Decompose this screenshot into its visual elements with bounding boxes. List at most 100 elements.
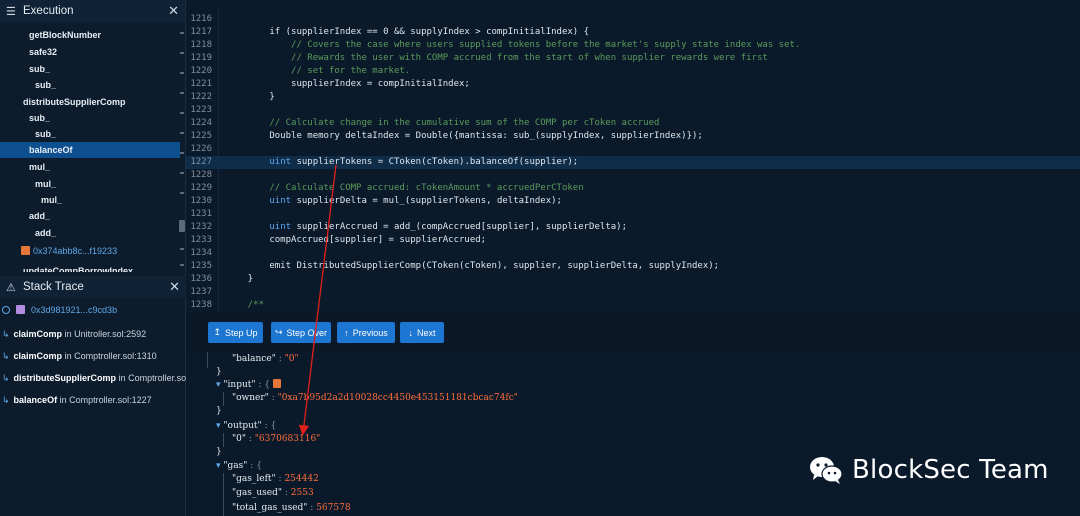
arrow-up-icon: ↥ xyxy=(213,327,221,337)
code-line[interactable]: 1221 supplierIndex = compInitialIndex; xyxy=(186,78,1080,91)
code-editor[interactable]: 1216 1217 if (supplierIndex == 0 && suppl… xyxy=(186,10,1080,312)
tree-item[interactable]: distributeSupplierComp xyxy=(0,94,180,110)
code-line[interactable]: 1236 } xyxy=(186,273,1080,286)
tree-item[interactable]: add_ xyxy=(0,208,180,224)
contract-icon xyxy=(21,246,30,255)
json-key: "gas_left" xyxy=(232,474,276,484)
tree-item[interactable]: mul_ xyxy=(0,192,180,208)
code-line[interactable]: 1232 uint supplierAccrued = add_(compAcc… xyxy=(186,221,1080,234)
code-line[interactable]: 1220 // set for the market. xyxy=(186,65,1080,78)
line-number: 1222 xyxy=(190,92,212,102)
line-number: 1237 xyxy=(190,287,212,297)
previous-label: Previous xyxy=(352,327,388,338)
stack-frame[interactable]: ↳ claimComp in Comptroller.sol:1310 xyxy=(0,346,186,366)
step-over-icon: ↪ xyxy=(274,327,283,337)
tree-item-contract[interactable]: 0x374abb8c...f19233 xyxy=(0,243,180,259)
line-number: 1232 xyxy=(190,222,212,232)
line-number: 1226 xyxy=(190,144,212,154)
scrollbar-thumb[interactable] xyxy=(179,220,185,232)
tree-item[interactable]: updateCompBorrowIndex xyxy=(0,263,180,272)
line-number: 1238 xyxy=(190,300,212,310)
code-line[interactable]: 1238 /** xyxy=(186,299,1080,312)
stack-panel-header: ⚠ Stack Trace ✕ xyxy=(0,276,186,298)
tree-item-label: mul_ xyxy=(29,162,51,172)
code-text: /** xyxy=(226,300,264,310)
code-line[interactable]: 1234 xyxy=(186,247,1080,260)
json-key: "0" xyxy=(232,434,247,444)
json-key: "gas" xyxy=(223,461,248,471)
json-row[interactable]: ▾ "gas" : { xyxy=(216,460,262,473)
json-row: "owner" : "0xa7b95d2a2d10028cc4450e45315… xyxy=(232,393,518,403)
json-row[interactable]: ▾ "input" : { xyxy=(216,379,281,392)
frame-function: distributeSupplierComp xyxy=(13,373,117,383)
code-line[interactable]: 1229 // Calculate COMP accrued: cTokenAm… xyxy=(186,182,1080,195)
tree-item-label: add_ xyxy=(29,211,51,221)
code-line-current[interactable]: 1227 uint supplierTokens = CToken(cToken… xyxy=(186,156,1080,169)
line-number: 1231 xyxy=(190,209,212,219)
caret-down-icon[interactable]: ▾ xyxy=(216,380,221,390)
code-line[interactable]: 1235 emit DistributedSupplierComp(CToken… xyxy=(186,260,1080,273)
execution-scrollbar[interactable] xyxy=(179,22,185,272)
tree-item[interactable]: sub_ xyxy=(0,61,180,77)
code-line[interactable]: 1233 compAccrued[supplier] = supplierAcc… xyxy=(186,234,1080,247)
code-line[interactable]: 1217 if (supplierIndex == 0 && supplyInd… xyxy=(186,26,1080,39)
step-up-button[interactable]: ↥ Step Up xyxy=(208,322,263,343)
code-line[interactable]: 1237 xyxy=(186,286,1080,299)
code-line[interactable]: 1224 // Calculate change in the cumulati… xyxy=(186,117,1080,130)
next-button[interactable]: ↓ Next xyxy=(400,322,444,343)
json-value: 567578 xyxy=(316,503,351,513)
tree-item[interactable]: getBlockNumber xyxy=(0,27,180,43)
tree-item[interactable]: mul_ xyxy=(0,159,180,175)
copy-icon[interactable] xyxy=(272,379,281,388)
code-line[interactable]: 1222 } xyxy=(186,91,1080,104)
tree-item[interactable]: mul_ xyxy=(0,176,180,192)
code-line[interactable]: 1230 uint supplierDelta = mul_(supplierT… xyxy=(186,195,1080,208)
code-line[interactable]: 1223 xyxy=(186,104,1080,117)
debug-toolbar: ↥ Step Up ↪ Step Over ↑ Previous ↓ Next xyxy=(186,312,1080,352)
stack-frame[interactable]: ↳ balanceOf in Comptroller.sol:1227 xyxy=(0,390,186,410)
close-icon[interactable]: ✕ xyxy=(169,279,180,295)
step-over-button[interactable]: ↪ Step Over xyxy=(271,322,331,343)
caret-down-icon[interactable]: ▾ xyxy=(216,421,221,431)
step-up-label: Step Up xyxy=(225,327,258,338)
code-line[interactable]: 1225 Double memory deltaIndex = Double({… xyxy=(186,130,1080,143)
previous-button[interactable]: ↑ Previous xyxy=(337,322,395,343)
frame-location: Comptroller.sol:1310 xyxy=(74,351,157,361)
code-text: // set for the market. xyxy=(226,66,411,76)
code-line[interactable]: 1226 xyxy=(186,143,1080,156)
code-text: // Rewards the user with COMP accrued fr… xyxy=(226,53,768,63)
tree-item[interactable]: sub_ xyxy=(0,126,180,142)
line-number: 1217 xyxy=(190,27,212,37)
tree-item[interactable]: sub_ xyxy=(0,77,180,93)
tree-item-label: sub_ xyxy=(35,129,57,139)
json-row[interactable]: ▾ "output" : { xyxy=(216,420,276,433)
wechat-icon xyxy=(810,457,843,484)
execution-panel-title: Execution xyxy=(23,5,74,17)
tree-item-selected[interactable]: balanceOf xyxy=(0,142,180,158)
code-text: uint supplierAccrued = add_(compAccrued[… xyxy=(269,222,627,232)
line-number: 1229 xyxy=(190,183,212,193)
close-icon[interactable]: ✕ xyxy=(168,3,179,19)
json-key: "input" xyxy=(223,380,256,390)
caret-down-icon[interactable]: ▾ xyxy=(216,461,221,471)
tree-item[interactable]: sub_ xyxy=(0,110,180,126)
json-key: "output" xyxy=(223,421,262,431)
code-line[interactable]: 1231 xyxy=(186,208,1080,221)
code-line[interactable]: 1218 // Covers the case where users supp… xyxy=(186,39,1080,52)
json-key: "total_gas_used" xyxy=(232,503,308,513)
stack-frame[interactable]: ↳ distributeSupplierComp in Comptroller.s… xyxy=(0,368,186,388)
code-line[interactable]: 1216 xyxy=(186,13,1080,26)
tree-item-label: updateCompBorrowIndex xyxy=(23,266,134,272)
json-brace: } xyxy=(216,367,222,377)
stack-root[interactable]: 0x3d981921...c9cd3b xyxy=(0,300,186,320)
code-line[interactable]: 1219 // Rewards the user with COMP accru… xyxy=(186,52,1080,65)
json-value: "0" xyxy=(284,354,299,364)
line-number: 1223 xyxy=(190,105,212,115)
tree-item[interactable]: add_ xyxy=(0,225,180,241)
arrow-up-icon: ↑ xyxy=(344,327,349,338)
stack-frame[interactable]: ↳ claimComp in Unitroller.sol:2592 xyxy=(0,324,186,344)
code-line[interactable]: 1228 xyxy=(186,169,1080,182)
json-value: "0xa7b95d2a2d10028cc4450e453151181cbcac7… xyxy=(277,393,518,403)
tree-item[interactable]: safe32 xyxy=(0,44,180,60)
root-address: 0x3d981921...c9cd3b xyxy=(31,305,118,315)
